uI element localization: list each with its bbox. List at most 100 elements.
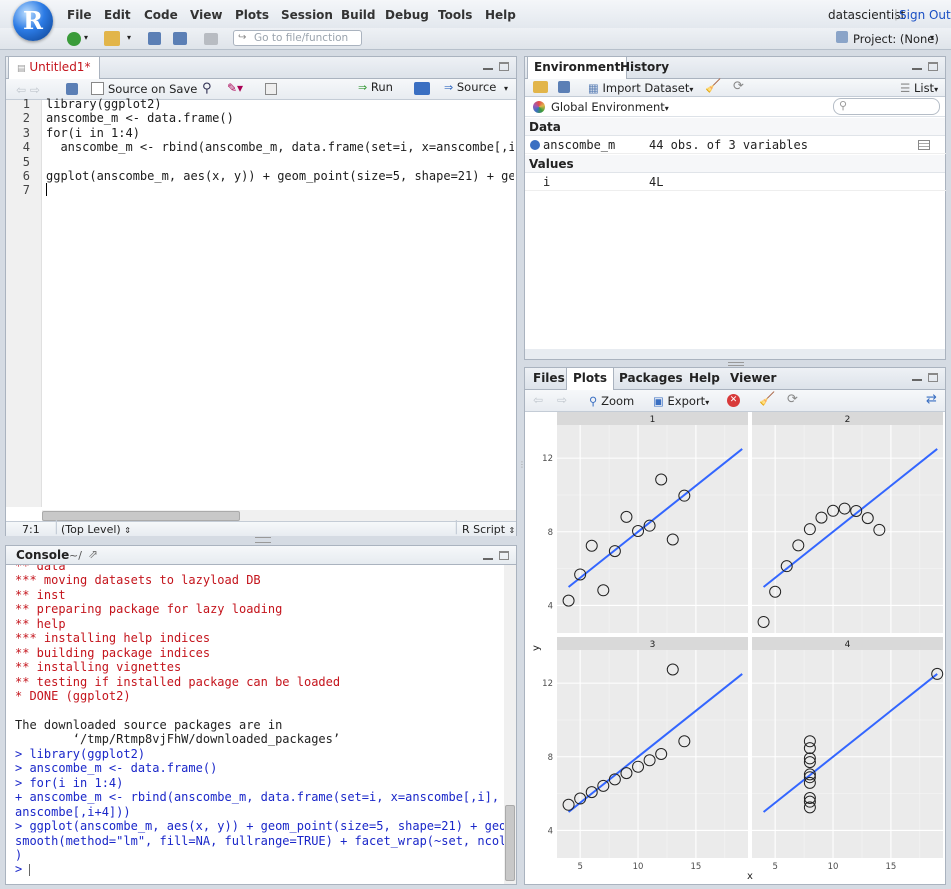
- print-icon[interactable]: [204, 33, 218, 45]
- environment-toolbar: ▦ Import Dataset▾ 🧹 ⟳ ☰ List▾: [525, 79, 945, 97]
- remove-plot-icon[interactable]: ✕: [727, 394, 740, 407]
- maximize-icon[interactable]: [928, 373, 938, 382]
- maximize-icon[interactable]: [499, 62, 509, 71]
- new-file-icon[interactable]: [67, 32, 81, 46]
- import-dataset-menu[interactable]: ▦ Import Dataset▾: [588, 81, 693, 95]
- console-line: ‘/tmp/Rtmp8vjFhW/downloaded_packages’: [15, 732, 341, 747]
- maximize-icon[interactable]: [499, 551, 509, 560]
- scope-dropdown[interactable]: Global Environment▾: [551, 100, 669, 114]
- minimize-icon[interactable]: [483, 556, 493, 560]
- tab-history[interactable]: History: [614, 57, 675, 79]
- chevron-down-icon[interactable]: ▾: [84, 33, 88, 42]
- horizontal-splitter-handle[interactable]: [255, 537, 271, 543]
- source-on-save-checkbox[interactable]: [91, 82, 104, 95]
- tab-help[interactable]: Help: [683, 368, 726, 390]
- env-row-i[interactable]: i 4L: [525, 173, 946, 191]
- menu-build[interactable]: Build: [341, 8, 376, 22]
- tab-environment[interactable]: Environment: [527, 57, 628, 79]
- search-icon[interactable]: ⚲: [202, 81, 212, 96]
- save-icon[interactable]: [66, 83, 78, 95]
- menu-debug[interactable]: Debug: [385, 8, 429, 22]
- menu-plots[interactable]: Plots: [235, 8, 269, 22]
- facet-label: 1: [650, 415, 656, 425]
- menu-tools[interactable]: Tools: [438, 8, 472, 22]
- tab-viewer[interactable]: Viewer: [724, 368, 782, 390]
- y-tick-label: 4: [548, 601, 553, 611]
- tab-plots[interactable]: Plots: [566, 368, 615, 390]
- env-row-anscombe-m[interactable]: anscombe_m 44 obs. of 3 variables: [525, 136, 946, 154]
- refresh-icon[interactable]: ⟳: [733, 79, 744, 94]
- line-number: 6: [22, 169, 30, 183]
- broom-icon[interactable]: 🧹: [759, 392, 775, 407]
- load-workspace-icon[interactable]: [533, 81, 548, 93]
- minimize-icon[interactable]: [912, 66, 922, 70]
- file-type-selector[interactable]: R Script ⇕: [462, 523, 515, 536]
- menu-file[interactable]: File: [67, 8, 92, 22]
- run-button[interactable]: ⇒ Run: [358, 80, 402, 98]
- line-number: 4: [22, 140, 30, 155]
- data-section-header: Data: [525, 118, 945, 136]
- code-area[interactable]: library(ggplot2) anscombe_m <- data.frame…: [46, 97, 514, 507]
- forward-arrow-icon[interactable]: ⇨: [557, 393, 567, 407]
- tab-untitled1[interactable]: ▤ Untitled1* ✕: [8, 57, 100, 97]
- save-all-icon[interactable]: [173, 32, 187, 45]
- maximize-icon[interactable]: [928, 62, 938, 71]
- console-line: > ggplot(anscombe_m, aes(x, y)) + geom_p…: [15, 819, 504, 834]
- magic-wand-icon[interactable]: ✎▾: [227, 81, 243, 95]
- save-workspace-icon[interactable]: [558, 81, 570, 93]
- rstudio-logo: R: [13, 1, 53, 41]
- back-arrow-icon[interactable]: ⇦: [533, 393, 543, 407]
- tab-packages[interactable]: Packages: [613, 368, 689, 390]
- project-menu[interactable]: Project: (None): [853, 32, 939, 46]
- menu-help[interactable]: Help: [485, 8, 516, 22]
- export-label: Export: [667, 394, 706, 408]
- x-axis-label: x: [747, 871, 753, 882]
- sign-out-link[interactable]: Sign Out: [899, 8, 951, 22]
- menu-code[interactable]: Code: [144, 8, 178, 22]
- scrollbar-thumb[interactable]: [42, 511, 240, 521]
- list-view-menu[interactable]: ☰ List▾: [900, 81, 938, 95]
- zoom-button[interactable]: ⚲ Zoom: [589, 394, 634, 408]
- refresh-icon[interactable]: ⟳: [787, 392, 798, 407]
- panel-background: [557, 650, 748, 858]
- y-tick-label: 12: [542, 679, 553, 689]
- env-variable-name: anscombe_m: [543, 138, 616, 152]
- export-icon: ▣: [653, 394, 664, 408]
- plots-pane: Files Plots Packages Help Viewer ⇦ ⇨ ⚲ Z…: [524, 367, 946, 885]
- facet-label: 3: [650, 640, 656, 650]
- back-arrow-icon[interactable]: ⇦ ⇨: [16, 83, 40, 97]
- goto-dir-icon[interactable]: ⇗: [88, 547, 98, 561]
- horizontal-splitter-handle[interactable]: [728, 362, 744, 366]
- vertical-splitter-handle[interactable]: ⋮: [518, 460, 526, 476]
- environment-search-input[interactable]: ⚲: [833, 98, 940, 115]
- save-icon[interactable]: [148, 32, 161, 45]
- expand-icon[interactable]: [530, 140, 540, 150]
- export-menu[interactable]: ▣ Export▾: [653, 394, 709, 408]
- open-folder-icon[interactable]: [104, 31, 120, 46]
- source-label: Source: [456, 80, 497, 94]
- source-button[interactable]: ⇒ Source ▾: [444, 80, 514, 98]
- sync-icon[interactable]: ⇄: [926, 392, 937, 407]
- menu-edit[interactable]: Edit: [104, 8, 131, 22]
- chevron-down-icon[interactable]: ▾: [504, 84, 508, 93]
- console-prompt[interactable]: >: [15, 862, 22, 876]
- chevron-down-icon[interactable]: ▾: [127, 33, 131, 42]
- console-output[interactable]: ** data *** moving datasets to lazyload D…: [6, 565, 504, 883]
- menu-session[interactable]: Session: [281, 8, 333, 22]
- y-tick-label: 8: [548, 528, 553, 538]
- chevron-down-icon[interactable]: ▾: [930, 33, 934, 42]
- goto-file-input[interactable]: Go to file/function: [233, 30, 362, 46]
- minimize-icon[interactable]: [483, 66, 493, 70]
- tab-files[interactable]: Files: [527, 368, 571, 390]
- compile-report-icon[interactable]: [265, 83, 277, 95]
- view-data-icon[interactable]: [918, 140, 930, 150]
- y-tick-label: 4: [548, 826, 553, 836]
- minimize-icon[interactable]: [912, 377, 922, 381]
- x-tick-label: 10: [828, 862, 839, 872]
- menu-view[interactable]: View: [190, 8, 222, 22]
- rerun-icon[interactable]: [414, 82, 430, 95]
- broom-icon[interactable]: 🧹: [705, 79, 721, 94]
- scrollbar-thumb[interactable]: [505, 805, 515, 881]
- scope-selector[interactable]: (Top Level) ⇕: [61, 523, 131, 536]
- console-scrollbar[interactable]: [504, 565, 516, 884]
